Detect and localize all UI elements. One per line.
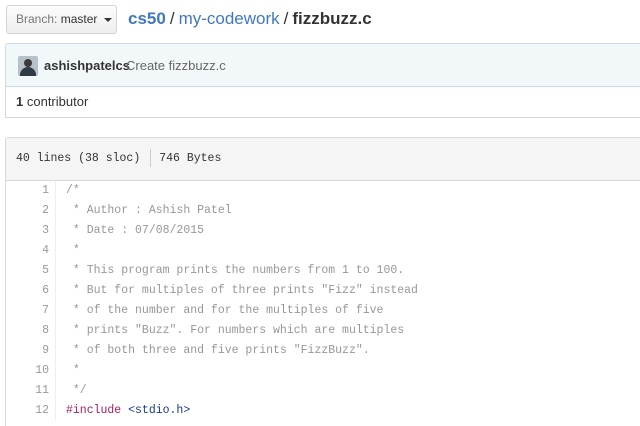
line-content: * of both three and five prints "FizzBuz…	[66, 344, 370, 357]
line-number[interactable]: 5	[6, 261, 56, 281]
file-line-count: 40 lines (38 sloc)	[16, 152, 141, 165]
include-header: <stdio.h>	[128, 404, 191, 417]
line-number[interactable]: 4	[6, 241, 56, 261]
code-line: 3 * Date : 07/08/2015	[6, 221, 640, 241]
avatar[interactable]	[18, 56, 38, 76]
divider	[150, 148, 152, 167]
branch-select-button[interactable]: Branch: master	[6, 5, 117, 34]
line-content: * This program prints the numbers from 1…	[66, 264, 405, 277]
line-content: #include <stdio.h>	[56, 401, 190, 421]
breadcrumb: cs50/my-codework / fizzbuzz.c	[128, 8, 372, 30]
line-number[interactable]: 10	[6, 361, 56, 381]
commit-author-link[interactable]: ashishpatelcs	[44, 58, 130, 73]
code-line: 5 * This program prints the numbers from…	[6, 261, 640, 281]
line-content: *	[66, 364, 80, 377]
code-line: 8 * prints "Buzz". For numbers which are…	[6, 321, 640, 341]
preprocessor-directive: #include	[66, 404, 122, 417]
line-content: */	[66, 384, 87, 397]
line-number[interactable]: 7	[6, 301, 56, 321]
code-line: 2 * Author : Ashish Patel	[6, 201, 640, 221]
branch-label: Branch:	[16, 12, 58, 26]
code-line: 9 * of both three and five prints "FizzB…	[6, 341, 640, 361]
line-number[interactable]: 6	[6, 281, 56, 301]
file-info-bar: 40 lines (38 sloc) 746 Bytes	[6, 138, 640, 181]
line-content: *	[66, 244, 80, 257]
contributors-bar[interactable]: 1 contributor	[5, 87, 640, 118]
line-content: /*	[66, 184, 80, 197]
latest-commit-bar: ashishpatelcs Create fizzbuzz.c	[5, 43, 640, 87]
breadcrumb-file-name: fizzbuzz.c	[292, 9, 372, 28]
code-line: 7 * of the number and for the multiples …	[6, 301, 640, 321]
code-line: 1 /*	[6, 181, 640, 201]
line-number[interactable]: 3	[6, 221, 56, 241]
breadcrumb-owner-link[interactable]: cs50	[128, 9, 166, 28]
line-content: * of the number and for the multiples of…	[66, 304, 384, 317]
file-size: 746 Bytes	[159, 152, 222, 165]
contributor-count: 1	[16, 94, 24, 109]
line-content: * Date : 07/08/2015	[66, 224, 205, 237]
breadcrumb-repo-link[interactable]: my-codework	[179, 9, 280, 28]
code-line: 4 *	[6, 241, 640, 261]
branch-name: master	[60, 12, 98, 26]
line-content: * But for multiples of three prints "Fiz…	[66, 284, 418, 297]
line-number[interactable]: 2	[6, 201, 56, 221]
line-number[interactable]: 8	[6, 321, 56, 341]
line-number[interactable]: 11	[6, 381, 56, 401]
code-line: 6 * But for multiples of three prints "F…	[6, 281, 640, 301]
file-viewer: 40 lines (38 sloc) 746 Bytes 1 /* 2 * Autho…	[5, 137, 640, 426]
code-listing: 1/* 2 * Author : Ashish Patel 3 * Date : 0…	[6, 181, 640, 421]
line-number[interactable]: 1	[6, 181, 56, 201]
contributor-label: contributor	[26, 94, 89, 109]
line-content: * prints "Buzz". For numbers which are m…	[66, 324, 405, 337]
line-number[interactable]: 12	[6, 401, 56, 421]
commit-message-link[interactable]: Create fizzbuzz.c	[126, 58, 226, 73]
line-content: * Author : Ashish Patel	[66, 204, 232, 217]
breadcrumb-separator: /	[169, 9, 175, 28]
code-line: 10 *	[6, 361, 640, 381]
breadcrumb-separator: /	[283, 9, 289, 28]
chevron-down-icon	[103, 17, 112, 22]
code-line: 11 */	[6, 381, 640, 401]
code-line: 12 #include <stdio.h>	[6, 401, 640, 421]
line-number[interactable]: 9	[6, 341, 56, 361]
